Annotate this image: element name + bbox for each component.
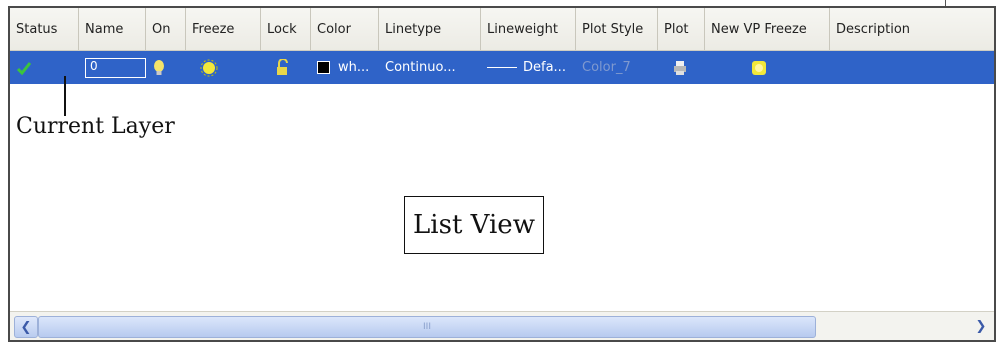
col-linetype[interactable]: Linetype [379,8,481,50]
layer-row-0[interactable]: 0 wh... Continuo... Defa... Color_7 [10,51,994,84]
status-cell[interactable] [10,51,79,84]
padlock-unlocked-icon[interactable] [275,58,291,77]
new-vp-freeze-cell[interactable] [705,51,830,84]
plot-style-cell[interactable]: Color_7 [576,51,658,84]
sun-icon[interactable] [200,59,218,77]
col-freeze[interactable]: Freeze [186,8,261,50]
horizontal-scrollbar[interactable]: ❮ III ❯ [10,311,994,340]
on-cell[interactable] [146,51,186,84]
color-swatch [317,61,330,74]
layer-name-field[interactable]: 0 [85,57,146,78]
linetype-cell[interactable]: Continuo... [379,51,481,84]
lineweight-cell[interactable]: Defa... [481,51,576,84]
col-name[interactable]: Name [79,8,146,50]
scroll-right-button[interactable]: ❯ [970,316,992,336]
lock-cell[interactable] [261,51,311,84]
description-cell[interactable] [830,51,956,84]
scroll-thumb[interactable]: III [38,316,816,338]
col-plot-style[interactable]: Plot Style [576,8,658,50]
col-new-vp-freeze[interactable]: New VP Freeze [705,8,830,50]
col-on[interactable]: On [146,8,186,50]
col-lock[interactable]: Lock [261,8,311,50]
col-lineweight[interactable]: Lineweight [481,8,576,50]
checkmark-icon [16,61,32,75]
col-description[interactable]: Description [830,8,956,50]
layer-list-view: Status Name On Freeze Lock Color Linetyp… [8,6,996,342]
vp-sun-icon[interactable] [750,59,768,77]
lineweight-line [487,67,517,68]
scroll-left-button[interactable]: ❮ [14,316,38,338]
current-layer-pointer [64,76,66,116]
scroll-grip: III [423,322,431,332]
current-layer-label: Current Layer [16,114,175,139]
col-color[interactable]: Color [311,8,379,50]
name-cell[interactable]: 0 [79,51,146,84]
lightbulb-on-icon[interactable] [152,59,166,77]
column-header-row: Status Name On Freeze Lock Color Linetyp… [10,8,994,51]
lineweight-value: Defa... [523,60,566,75]
col-status[interactable]: Status [10,8,79,50]
printer-icon[interactable] [672,60,688,76]
list-view-label: List View [404,196,544,254]
col-plot[interactable]: Plot [658,8,705,50]
color-cell[interactable]: wh... [311,51,379,84]
plot-cell[interactable] [658,51,705,84]
freeze-cell[interactable] [186,51,261,84]
color-name: wh... [338,60,370,75]
